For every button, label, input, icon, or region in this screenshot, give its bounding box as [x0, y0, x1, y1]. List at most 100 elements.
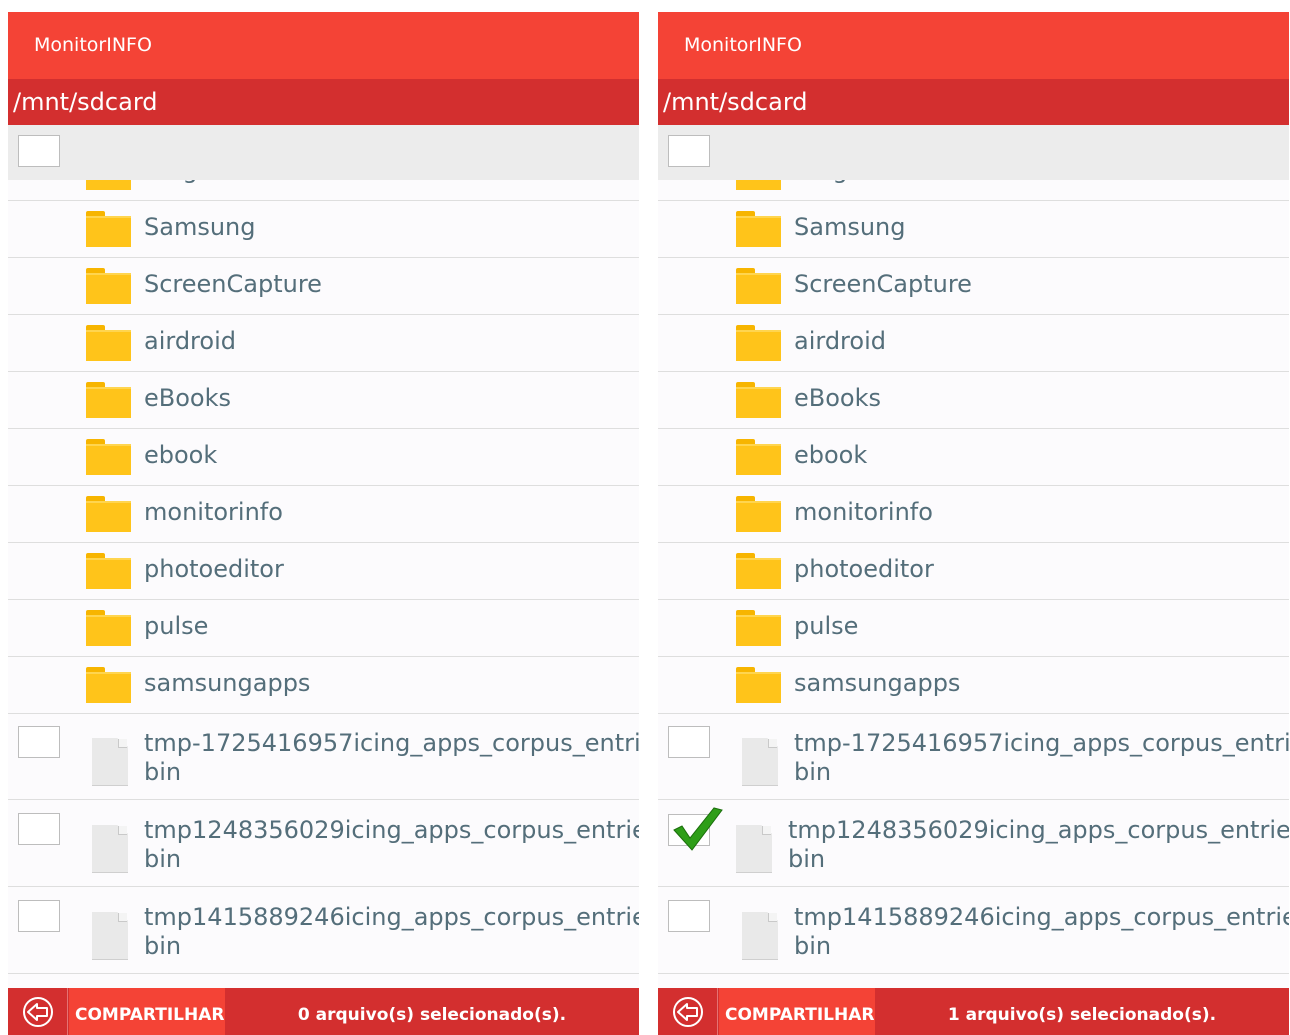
- file-row[interactable]: tmp1248356029icing_apps_corpus_entries. b…: [8, 801, 639, 887]
- folder-name: photoeditor: [144, 555, 284, 583]
- select-all-checkbox[interactable]: [668, 135, 710, 167]
- folder-icon: [736, 553, 781, 589]
- folder-icon: [736, 610, 781, 646]
- folder-name: Ringtones: [144, 180, 264, 184]
- file-name-line1: tmp1248356029icing_apps_corpus_entries.: [788, 816, 1289, 844]
- folder-name: samsungapps: [144, 669, 311, 697]
- folder-row[interactable]: photoeditor: [8, 543, 639, 600]
- folder-name: Ringtones: [794, 180, 914, 184]
- current-path: /mnt/sdcard: [658, 79, 1289, 125]
- folder-icon: [86, 180, 131, 190]
- folder-icon: [736, 268, 781, 304]
- selection-status: 0 arquivo(s) selecionado(s).: [297, 1005, 567, 1025]
- folder-row[interactable]: Ringtones: [8, 180, 639, 201]
- folder-icon: [736, 439, 781, 475]
- folder-row[interactable]: ebook: [658, 429, 1289, 486]
- folder-name: photoeditor: [794, 555, 934, 583]
- folder-row[interactable]: pulse: [8, 600, 639, 657]
- file-icon: [92, 825, 128, 873]
- folder-name: eBooks: [144, 384, 231, 412]
- folder-row[interactable]: airdroid: [8, 315, 639, 372]
- folder-row[interactable]: Ringtones: [658, 180, 1289, 201]
- file-checkbox[interactable]: [668, 900, 710, 932]
- folder-row[interactable]: airdroid: [658, 315, 1289, 372]
- file-name: tmp1415889246icing_apps_corpus_entries. b…: [794, 903, 1289, 961]
- file-name: tmp1248356029icing_apps_corpus_entries. b…: [144, 816, 639, 874]
- file-name: tmp1248356029icing_apps_corpus_entries. b…: [788, 816, 1289, 874]
- folder-row[interactable]: photoeditor: [658, 543, 1289, 600]
- file-name-line2: bin: [144, 932, 182, 960]
- folder-icon: [86, 610, 131, 646]
- folder-row[interactable]: ScreenCapture: [658, 258, 1289, 315]
- share-button[interactable]: COMPARTILHAR: [719, 988, 875, 1035]
- panel-left: MonitorINFO /mnt/sdcard Ringtones Samsung…: [8, 12, 639, 1035]
- folder-row[interactable]: ScreenCapture: [8, 258, 639, 315]
- folder-row[interactable]: samsungapps: [658, 657, 1289, 714]
- checkmark-icon[interactable]: [668, 806, 723, 851]
- file-row[interactable]: tmp1415889246icing_apps_corpus_entries. b…: [658, 888, 1289, 974]
- folder-row[interactable]: eBooks: [8, 372, 639, 429]
- folder-name: eBooks: [794, 384, 881, 412]
- file-name-line1: tmp1415889246icing_apps_corpus_entries.: [794, 903, 1289, 931]
- share-button[interactable]: COMPARTILHAR: [69, 988, 225, 1035]
- folder-name: ebook: [144, 441, 218, 469]
- folder-icon: [736, 325, 781, 361]
- select-all-bar: [658, 125, 1289, 180]
- folder-row[interactable]: pulse: [658, 600, 1289, 657]
- folder-name: samsungapps: [794, 669, 961, 697]
- file-icon: [736, 825, 772, 873]
- folder-icon: [86, 439, 131, 475]
- file-name: tmp-1725416957icing_apps_corpus_entries.…: [144, 729, 639, 787]
- file-name-line2: bin: [794, 932, 832, 960]
- folder-icon: [736, 180, 781, 190]
- folder-name: Samsung: [144, 213, 256, 241]
- back-arrow-icon[interactable]: [8, 988, 68, 1035]
- folder-icon: [736, 382, 781, 418]
- selection-status: 1 arquivo(s) selecionado(s).: [947, 1005, 1217, 1025]
- file-row[interactable]: tmp-1725416957icing_apps_corpus_entries.…: [8, 714, 639, 800]
- file-name-line2: bin: [144, 845, 182, 873]
- folder-row[interactable]: Samsung: [8, 201, 639, 258]
- file-icon: [742, 912, 778, 960]
- folder-icon: [86, 667, 131, 703]
- file-row[interactable]: tmp1415889246icing_apps_corpus_entries. b…: [8, 888, 639, 974]
- folder-row[interactable]: monitorinfo: [658, 486, 1289, 543]
- folder-name: monitorinfo: [144, 498, 283, 526]
- file-checkbox[interactable]: [18, 900, 60, 932]
- folder-row[interactable]: monitorinfo: [8, 486, 639, 543]
- folder-row[interactable]: Samsung: [658, 201, 1289, 258]
- folder-name: pulse: [144, 612, 209, 640]
- select-all-bar: [8, 125, 639, 180]
- file-row[interactable]: tmp1248356029icing_apps_corpus_entries. b…: [658, 801, 1289, 887]
- folder-icon: [736, 496, 781, 532]
- folder-icon: [86, 496, 131, 532]
- folder-name: monitorinfo: [794, 498, 933, 526]
- folder-row[interactable]: eBooks: [658, 372, 1289, 429]
- file-row[interactable]: tmp-1725416957icing_apps_corpus_entries.…: [658, 714, 1289, 800]
- file-name-line1: tmp-1725416957icing_apps_corpus_entries.: [794, 729, 1289, 757]
- folder-row[interactable]: ebook: [8, 429, 639, 486]
- back-arrow-icon[interactable]: [658, 988, 718, 1035]
- folder-icon: [86, 211, 131, 247]
- file-name-line1: tmp1415889246icing_apps_corpus_entries.: [144, 903, 639, 931]
- file-name-line2: bin: [788, 845, 826, 873]
- file-name: tmp1415889246icing_apps_corpus_entries. b…: [144, 903, 639, 961]
- folder-name: pulse: [794, 612, 859, 640]
- file-name-line1: tmp1248356029icing_apps_corpus_entries.: [144, 816, 639, 844]
- file-name: tmp-1725416957icing_apps_corpus_entries.…: [794, 729, 1289, 787]
- app-title: MonitorINFO: [658, 12, 1289, 79]
- current-path: /mnt/sdcard: [8, 79, 639, 125]
- file-checkbox[interactable]: [18, 726, 60, 758]
- file-checkbox[interactable]: [668, 726, 710, 758]
- folder-icon: [86, 268, 131, 304]
- select-all-checkbox[interactable]: [18, 135, 60, 167]
- file-list[interactable]: Ringtones Samsung ScreenCapture airdroid eBo…: [8, 180, 639, 988]
- folder-row[interactable]: samsungapps: [8, 657, 639, 714]
- file-name-line2: bin: [144, 758, 182, 786]
- folder-name: ebook: [794, 441, 868, 469]
- file-checkbox[interactable]: [18, 813, 60, 845]
- file-list[interactable]: Ringtones Samsung ScreenCapture airdroid eBo…: [658, 180, 1289, 988]
- file-name-line2: bin: [794, 758, 832, 786]
- folder-icon: [86, 553, 131, 589]
- folder-name: airdroid: [794, 327, 886, 355]
